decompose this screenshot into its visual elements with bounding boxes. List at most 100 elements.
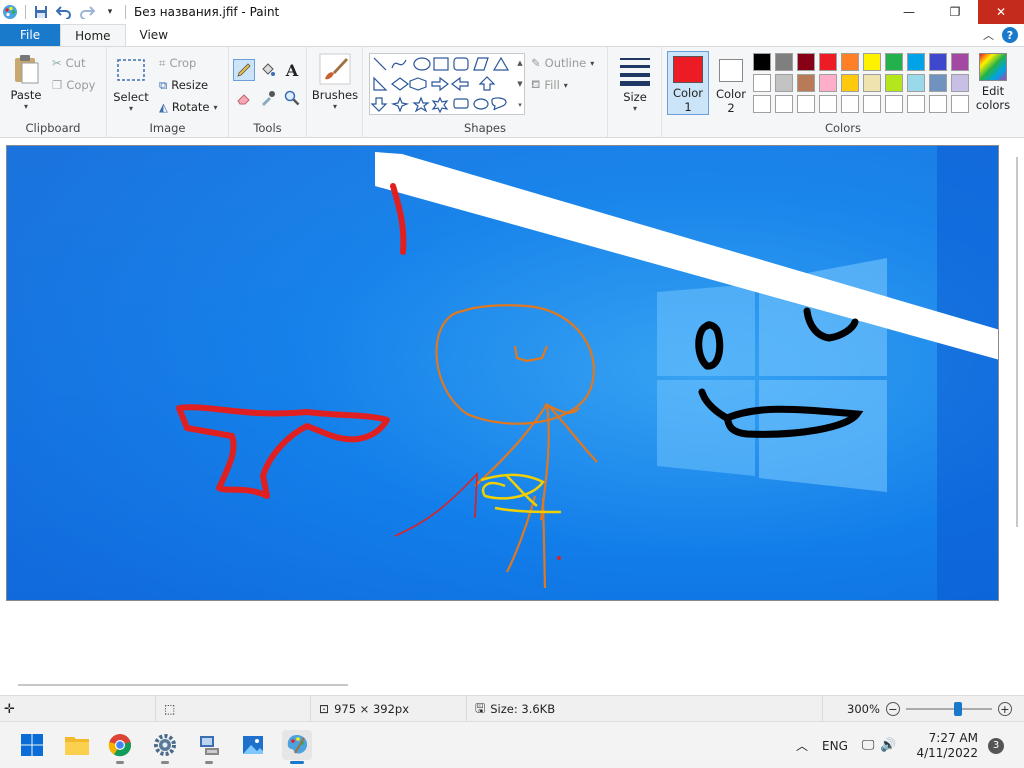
- palette-swatch[interactable]: [797, 74, 815, 92]
- palette-swatch[interactable]: [863, 95, 881, 113]
- paste-dropdown-icon[interactable]: ▾: [24, 102, 28, 111]
- palette-swatch[interactable]: [929, 74, 947, 92]
- palette-swatch[interactable]: [775, 53, 793, 71]
- palette-swatch[interactable]: [841, 95, 859, 113]
- tab-home[interactable]: Home: [60, 24, 126, 46]
- collapse-ribbon-icon[interactable]: ︿: [983, 27, 994, 43]
- palette-swatch[interactable]: [951, 74, 969, 92]
- zoom-slider[interactable]: [905, 702, 992, 716]
- gear-icon: [154, 734, 176, 756]
- taskbar-paint[interactable]: [282, 730, 312, 764]
- eraser-tool[interactable]: [233, 87, 255, 109]
- fill-button[interactable]: ⛾ Fill ▾: [531, 75, 568, 95]
- palette-swatch[interactable]: [907, 74, 925, 92]
- rainbow-icon: [979, 53, 1007, 81]
- redo-icon[interactable]: [79, 4, 95, 20]
- shapes-scroll-down-icon[interactable]: ▼: [517, 80, 522, 88]
- customize-qat-icon[interactable]: ▾: [102, 4, 118, 20]
- zoom-in-button[interactable]: +: [997, 702, 1012, 716]
- tabs-right-controls: ︿ ?: [983, 27, 1018, 43]
- palette-swatch[interactable]: [863, 74, 881, 92]
- palette-swatch[interactable]: [841, 74, 859, 92]
- color2-button[interactable]: Color 2: [712, 51, 750, 115]
- brushes-button[interactable]: Brushes ▾: [312, 53, 358, 111]
- color-picker-tool[interactable]: [257, 87, 279, 109]
- undo-icon[interactable]: [56, 4, 72, 20]
- palette-swatch[interactable]: [753, 74, 771, 92]
- maximize-button[interactable]: ❐: [932, 0, 978, 24]
- cursor-position: ✛: [0, 696, 15, 722]
- outline-button[interactable]: ✎ Outline ▾: [531, 53, 594, 73]
- drawing-canvas[interactable]: [6, 145, 999, 601]
- tab-view[interactable]: View: [126, 24, 182, 46]
- zoom-slider-thumb[interactable]: [953, 702, 962, 716]
- shapes-expand-icon[interactable]: ▾: [518, 101, 522, 109]
- notification-center[interactable]: 3: [988, 722, 1004, 768]
- copy-icon: ❐: [52, 78, 63, 92]
- horizontal-scrollbar[interactable]: [18, 684, 348, 686]
- tab-file[interactable]: File: [0, 24, 61, 46]
- paint-app-icon[interactable]: [2, 4, 18, 20]
- palette-swatch[interactable]: [841, 53, 859, 71]
- zoom-out-button[interactable]: −: [885, 702, 900, 716]
- show-hidden-icons-icon[interactable]: ︿: [796, 737, 808, 754]
- palette-swatch[interactable]: [819, 74, 837, 92]
- palette-swatch[interactable]: [885, 95, 903, 113]
- magnifier-tool[interactable]: [281, 87, 303, 109]
- minimize-button[interactable]: —: [886, 0, 932, 24]
- palette-swatch[interactable]: [753, 53, 771, 71]
- taskbar-network-app[interactable]: [194, 730, 224, 764]
- start-button[interactable]: [17, 730, 47, 760]
- palette-swatch[interactable]: [797, 95, 815, 113]
- taskbar-settings[interactable]: [150, 730, 180, 764]
- palette-swatch[interactable]: [797, 53, 815, 71]
- palette-swatch[interactable]: [929, 53, 947, 71]
- taskbar-chrome[interactable]: [105, 730, 135, 764]
- text-tool[interactable]: A: [281, 59, 303, 81]
- palette-swatch[interactable]: [819, 95, 837, 113]
- palette-swatch[interactable]: [819, 53, 837, 71]
- clock[interactable]: 7:27 AM 4/11/2022: [916, 722, 978, 768]
- cut-button[interactable]: ✂ Cut: [52, 53, 85, 73]
- clock-date: 4/11/2022: [916, 745, 978, 760]
- help-icon[interactable]: ?: [1002, 27, 1018, 43]
- group-image: Select ▾ ⌗ Crop ⧉ Resize ◭ Rotate ▾ Imag…: [107, 47, 229, 137]
- paste-button[interactable]: Paste ▾: [8, 53, 44, 111]
- size-button[interactable]: Size ▾: [616, 55, 654, 113]
- select-dropdown-icon[interactable]: ▾: [129, 104, 133, 113]
- palette-swatch[interactable]: [885, 53, 903, 71]
- volume-icon[interactable]: 🔊: [880, 738, 896, 753]
- group-clipboard: Paste ▾ ✂ Cut ❐ Copy Clipboard: [0, 47, 107, 137]
- palette-swatch[interactable]: [951, 95, 969, 113]
- close-button[interactable]: ✕: [978, 0, 1024, 24]
- edit-colors-button[interactable]: Edit colors: [974, 53, 1012, 115]
- taskbar-file-explorer[interactable]: [62, 730, 92, 760]
- palette-swatch[interactable]: [929, 95, 947, 113]
- resize-button[interactable]: ⧉ Resize: [159, 75, 208, 95]
- vertical-scrollbar[interactable]: [1016, 157, 1018, 527]
- palette-swatch[interactable]: [907, 95, 925, 113]
- fill-tool[interactable]: [257, 59, 279, 81]
- group-size: Size ▾: [608, 47, 662, 137]
- taskbar-photos[interactable]: [238, 730, 268, 760]
- shapes-scroll[interactable]: ▲ ▼ ▾: [514, 53, 526, 115]
- language-indicator[interactable]: ENG: [822, 739, 848, 753]
- pencil-tool[interactable]: [233, 59, 255, 81]
- palette-swatch[interactable]: [907, 53, 925, 71]
- fill-label: Fill: [544, 78, 560, 92]
- copy-button[interactable]: ❐ Copy: [52, 75, 95, 95]
- palette-swatch[interactable]: [753, 95, 771, 113]
- palette-swatch[interactable]: [951, 53, 969, 71]
- palette-swatch[interactable]: [775, 74, 793, 92]
- select-button[interactable]: Select ▾: [113, 55, 149, 113]
- network-icon[interactable]: 🖵: [862, 738, 875, 753]
- shapes-scroll-up-icon[interactable]: ▲: [517, 59, 522, 67]
- palette-swatch[interactable]: [885, 74, 903, 92]
- shapes-gallery-icons[interactable]: [370, 54, 524, 114]
- rotate-button[interactable]: ◭ Rotate ▾: [159, 97, 218, 117]
- palette-swatch[interactable]: [863, 53, 881, 71]
- save-icon[interactable]: [33, 4, 49, 20]
- color1-button[interactable]: Color 1: [667, 51, 709, 115]
- palette-swatch[interactable]: [775, 95, 793, 113]
- crop-button[interactable]: ⌗ Crop: [159, 53, 196, 73]
